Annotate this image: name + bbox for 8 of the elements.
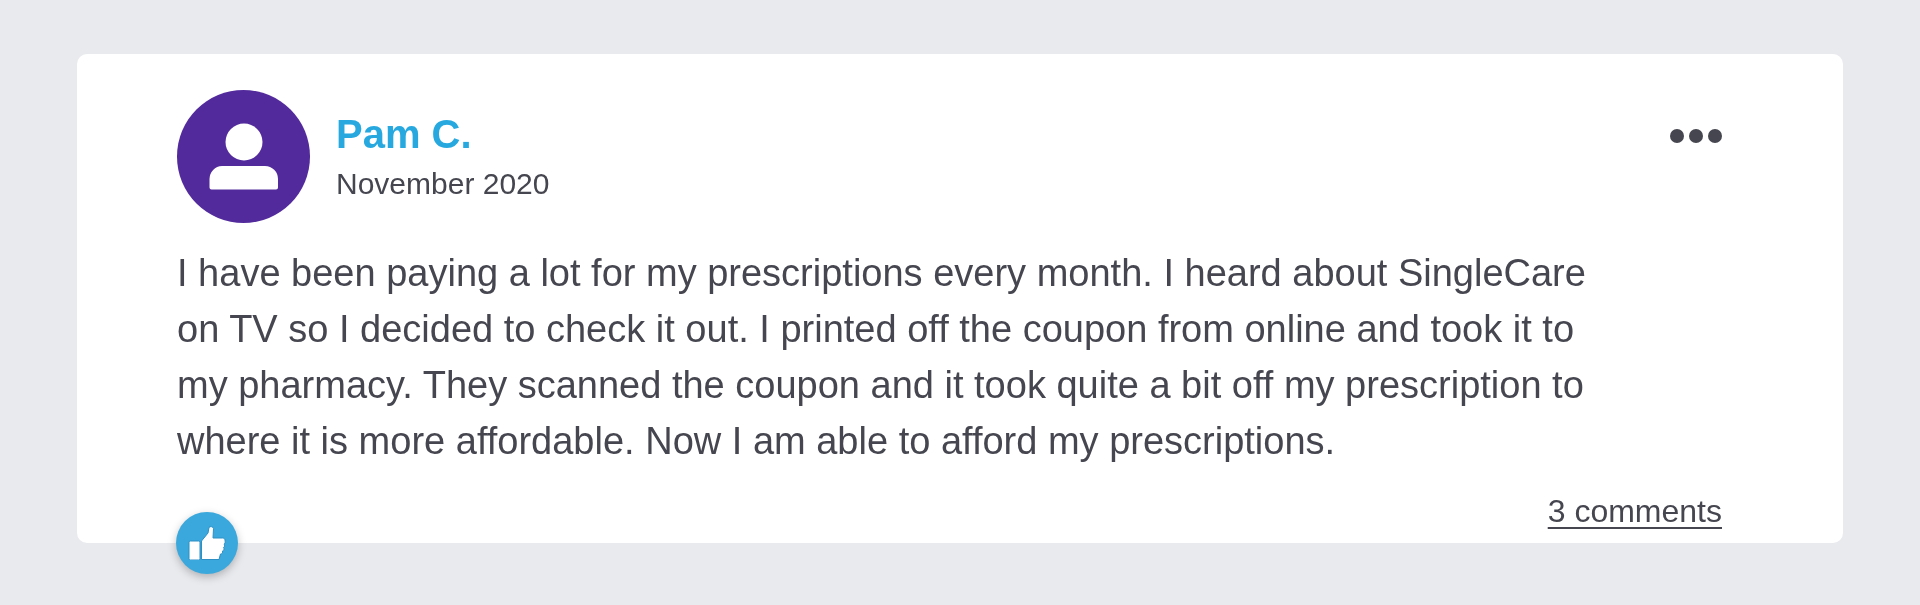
more-icon xyxy=(1670,129,1722,143)
avatar-icon xyxy=(177,90,310,223)
like-button[interactable] xyxy=(176,512,238,574)
thumbs-up-icon xyxy=(188,526,226,560)
comments-link[interactable]: 3 comments xyxy=(1547,491,1722,531)
more-options-button[interactable] xyxy=(1670,129,1722,143)
review-text: I have been paying a lot for my prescriptions every month. I heard about SingleCare on TV so I decided to check it out. I printed off the coupon from online and took it to my pharmacy. They scanned the coupon and it took quite a bit off my prescription to where it is more affordable. Now I am able to afford my prescriptions. xyxy=(177,251,1587,464)
review-date: November 2020 xyxy=(336,165,550,202)
